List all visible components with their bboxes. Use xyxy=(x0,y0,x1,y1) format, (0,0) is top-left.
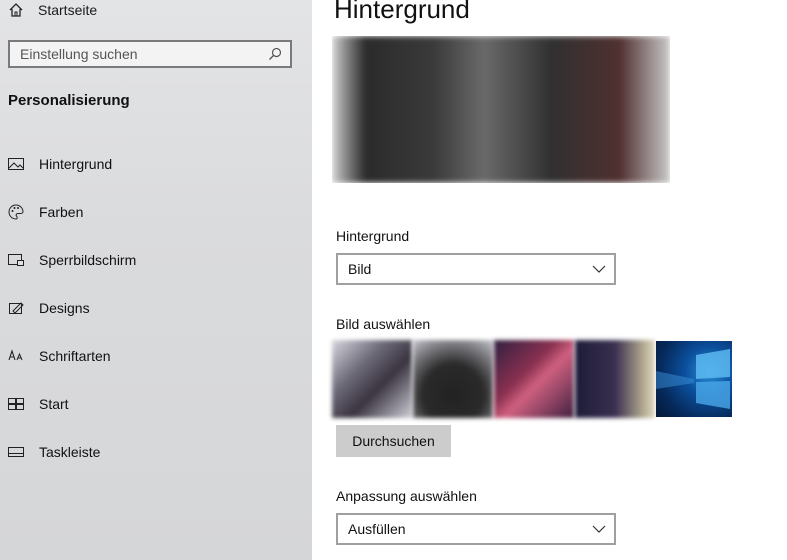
themes-icon xyxy=(8,300,24,316)
sidebar-item-start[interactable]: Start xyxy=(0,380,312,428)
sidebar-item-designs[interactable]: Designs xyxy=(0,284,312,332)
fit-dropdown[interactable]: Ausfüllen xyxy=(336,513,616,545)
taskbar-icon xyxy=(8,444,24,460)
sidebar-item-label: Taskleiste xyxy=(39,444,101,460)
sidebar-item-label: Sperrbildschirm xyxy=(39,252,137,268)
chevron-down-icon xyxy=(592,525,606,533)
thumbnail-windows[interactable] xyxy=(656,341,732,417)
sidebar: Startseite Einstellung suchen Personalis… xyxy=(0,0,312,560)
search-input[interactable]: Einstellung suchen xyxy=(8,40,292,68)
sidebar-item-label: Start xyxy=(39,396,69,412)
sidebar-item-label: Designs xyxy=(39,300,90,316)
thumbnail-1[interactable] xyxy=(332,340,412,418)
search-placeholder: Einstellung suchen xyxy=(20,46,138,62)
sidebar-nav: Hintergrund Farben Sperrbildschirm Desig… xyxy=(0,140,312,476)
section-title: Personalisierung xyxy=(8,92,130,109)
image-thumbnails xyxy=(332,340,656,418)
lock-screen-icon xyxy=(8,252,24,268)
sidebar-item-hintergrund[interactable]: Hintergrund xyxy=(0,140,312,188)
start-icon xyxy=(8,396,24,412)
picture-icon xyxy=(8,156,24,172)
windows-logo-icon xyxy=(656,349,730,409)
search-icon xyxy=(269,47,282,60)
fit-label: Anpassung auswählen xyxy=(336,488,477,504)
home-label: Startseite xyxy=(38,2,98,18)
fit-value: Ausfüllen xyxy=(348,521,406,537)
choose-image-label: Bild auswählen xyxy=(336,316,431,332)
font-icon xyxy=(8,348,24,364)
sidebar-item-sperrbildschirm[interactable]: Sperrbildschirm xyxy=(0,236,312,284)
main-content: Hintergrund Hintergrund Bild Bild auswäh… xyxy=(312,0,787,560)
thumbnail-2[interactable] xyxy=(413,340,493,418)
chevron-down-icon xyxy=(592,265,606,273)
sidebar-item-schriftarten[interactable]: Schriftarten xyxy=(0,332,312,380)
background-preview xyxy=(332,36,670,183)
page-title: Hintergrund xyxy=(334,0,470,24)
background-type-label: Hintergrund xyxy=(336,228,410,244)
preview-image xyxy=(332,36,670,183)
thumbnail-4[interactable] xyxy=(575,340,655,418)
sidebar-item-farben[interactable]: Farben xyxy=(0,188,312,236)
sidebar-item-taskleiste[interactable]: Taskleiste xyxy=(0,428,312,476)
home-link[interactable]: Startseite xyxy=(8,0,97,20)
sidebar-item-label: Hintergrund xyxy=(39,156,113,172)
thumbnail-3[interactable] xyxy=(494,340,574,418)
background-type-dropdown[interactable]: Bild xyxy=(336,253,616,285)
home-icon xyxy=(9,3,23,17)
browse-button[interactable]: Durchsuchen xyxy=(336,425,451,457)
sidebar-item-label: Schriftarten xyxy=(39,348,111,364)
background-type-value: Bild xyxy=(348,261,372,277)
sidebar-item-label: Farben xyxy=(39,204,84,220)
palette-icon xyxy=(8,204,24,220)
